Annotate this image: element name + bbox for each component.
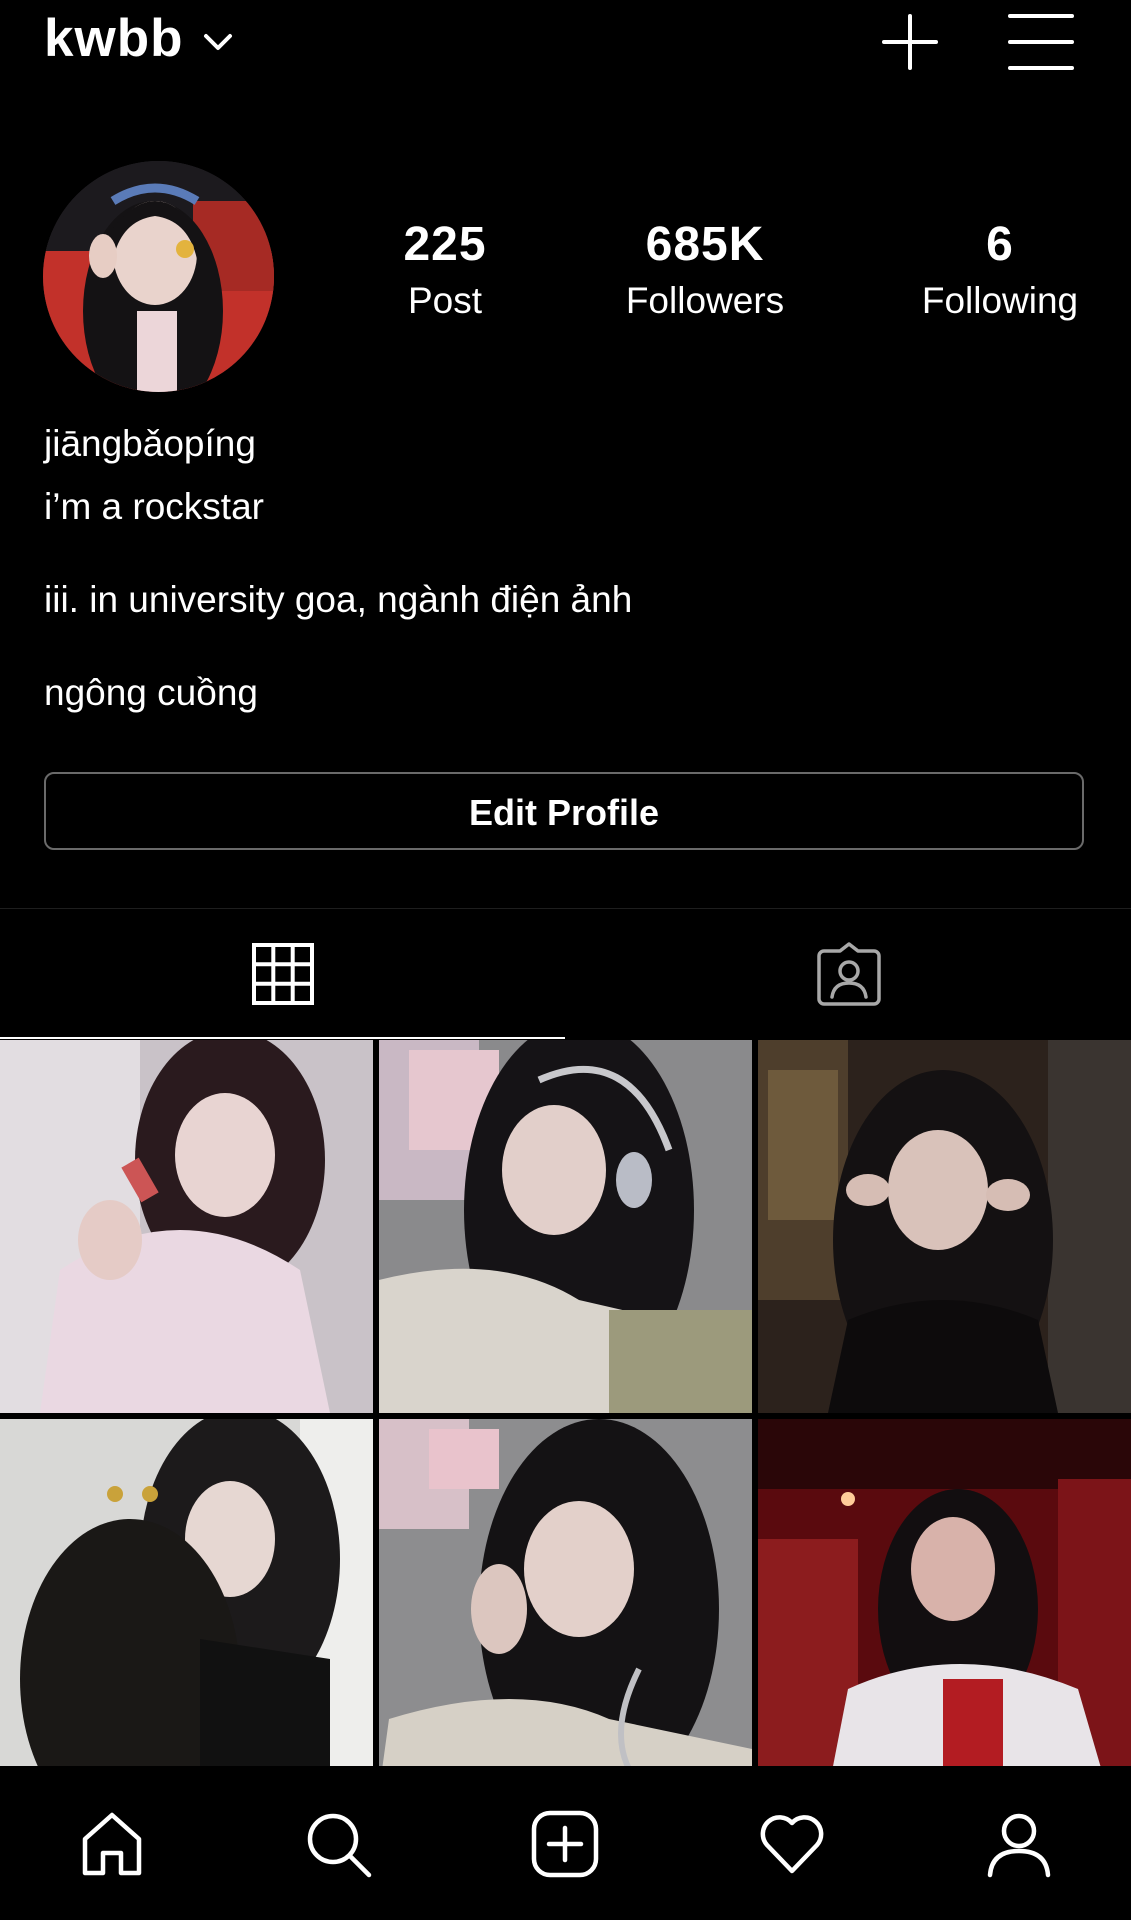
edit-profile-button[interactable]: Edit Profile	[44, 772, 1084, 850]
avatar-image	[43, 161, 274, 392]
post-image	[758, 1040, 1131, 1413]
post-image	[379, 1419, 752, 1766]
bio-line: i’m a rockstar	[44, 486, 264, 527]
nav-home[interactable]	[72, 1804, 152, 1884]
home-icon	[82, 1812, 142, 1876]
nav-profile[interactable]	[979, 1804, 1059, 1884]
following-label: Following	[921, 280, 1079, 321]
avatar[interactable]	[43, 161, 274, 392]
followers-stat[interactable]: 685K Followers	[575, 216, 835, 326]
display-name: jiāngbǎopíng	[44, 423, 256, 464]
posts-count: 225	[403, 218, 487, 271]
posts-stat[interactable]: 225 Post	[315, 216, 575, 326]
search-icon	[307, 1813, 372, 1878]
tab-tagged[interactable]	[566, 909, 1131, 1039]
menu-icon[interactable]	[1008, 12, 1074, 72]
bio-line: ngông cuồng	[44, 672, 258, 713]
post-thumbnail[interactable]	[379, 1419, 752, 1766]
heart-icon	[760, 1815, 824, 1874]
post-thumbnail[interactable]	[379, 1040, 752, 1413]
profile-icon	[987, 1813, 1051, 1878]
tab-posts-grid[interactable]	[0, 909, 565, 1039]
username: kwbb	[44, 9, 184, 68]
plus-icon[interactable]	[880, 12, 940, 72]
add-post-icon	[531, 1810, 599, 1878]
nav-search[interactable]	[298, 1804, 378, 1884]
nav-new-post[interactable]	[525, 1804, 605, 1884]
nav-activity[interactable]	[752, 1804, 832, 1884]
account-switcher[interactable]: kwbb	[44, 6, 233, 72]
bio-line: iii. in university goa, ngành điện ảnh	[44, 579, 633, 620]
post-image	[0, 1419, 373, 1766]
post-thumbnail[interactable]	[0, 1419, 373, 1766]
post-thumbnail[interactable]	[0, 1040, 373, 1413]
top-bar: kwbb	[0, 0, 1131, 88]
followers-label: Followers	[625, 280, 785, 321]
posts-label: Post	[407, 280, 483, 321]
post-image	[379, 1040, 752, 1413]
post-thumbnail[interactable]	[758, 1419, 1131, 1766]
chevron-down-icon	[204, 34, 233, 50]
followers-count: 685K	[645, 218, 765, 271]
bottom-nav	[0, 1766, 1131, 1920]
active-tab-indicator	[0, 1037, 565, 1039]
following-count: 6	[986, 218, 1014, 271]
following-stat[interactable]: 6 Following	[870, 216, 1130, 326]
profile-tabs	[0, 908, 1131, 1039]
post-thumbnail[interactable]	[758, 1040, 1131, 1413]
grid-icon	[251, 943, 314, 1005]
post-image	[0, 1040, 373, 1413]
tagged-icon	[816, 942, 881, 1006]
post-image	[758, 1419, 1131, 1766]
posts-grid	[0, 1040, 1131, 1766]
